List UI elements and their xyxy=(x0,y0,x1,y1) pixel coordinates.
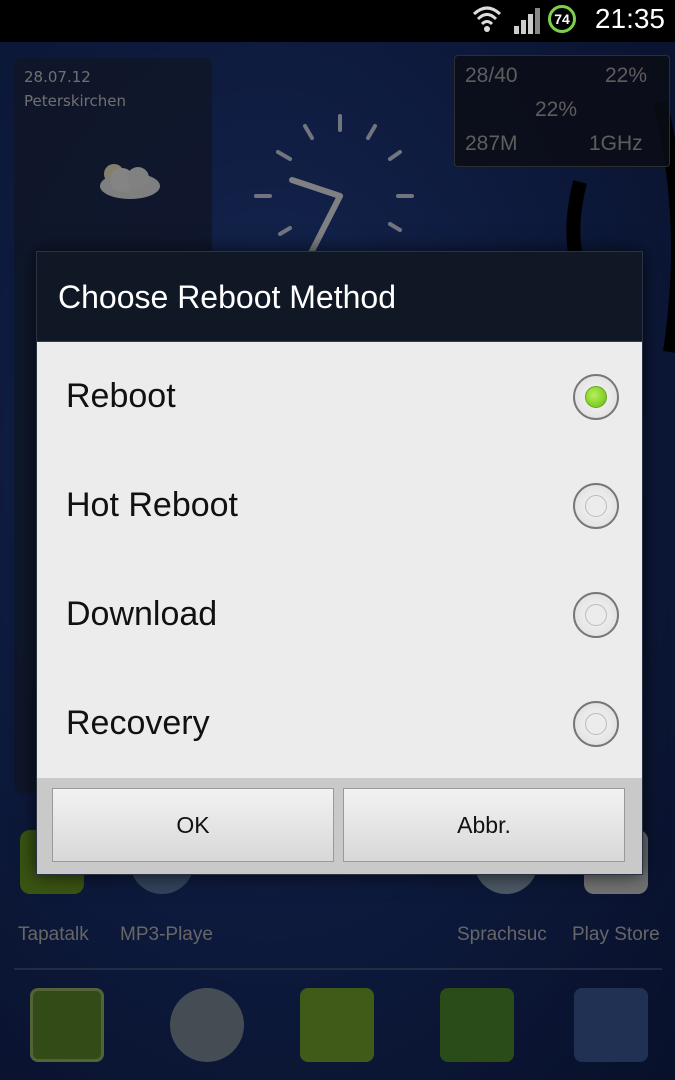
ok-button[interactable]: OK xyxy=(52,788,334,862)
battery-icon: 74 xyxy=(548,5,576,33)
option-label: Hot Reboot xyxy=(66,486,238,524)
status-bar: 74 21:35 xyxy=(0,0,675,42)
cancel-button[interactable]: Abbr. xyxy=(343,788,625,862)
battery-level: 74 xyxy=(554,11,570,27)
option-recovery[interactable]: Recovery xyxy=(37,669,642,778)
dialog-button-bar: OK Abbr. xyxy=(37,778,642,874)
option-reboot[interactable]: Reboot xyxy=(37,342,642,451)
dialog-title: Choose Reboot Method xyxy=(37,252,642,342)
option-download[interactable]: Download xyxy=(37,560,642,669)
radio-button-checked[interactable] xyxy=(573,373,619,420)
wifi-icon xyxy=(472,6,502,32)
status-time: 21:35 xyxy=(594,3,665,34)
radio-button[interactable] xyxy=(573,700,619,747)
reboot-method-dialog: Choose Reboot Method Reboot Hot Reboot D… xyxy=(36,251,643,875)
option-hot-reboot[interactable]: Hot Reboot xyxy=(37,451,642,560)
option-label: Reboot xyxy=(66,377,176,415)
radio-button[interactable] xyxy=(573,591,619,638)
signal-icon xyxy=(514,8,540,34)
option-label: Recovery xyxy=(66,704,210,742)
radio-button[interactable] xyxy=(573,482,619,529)
reboot-option-list: Reboot Hot Reboot Download Recovery xyxy=(37,342,642,778)
option-label: Download xyxy=(66,595,218,633)
